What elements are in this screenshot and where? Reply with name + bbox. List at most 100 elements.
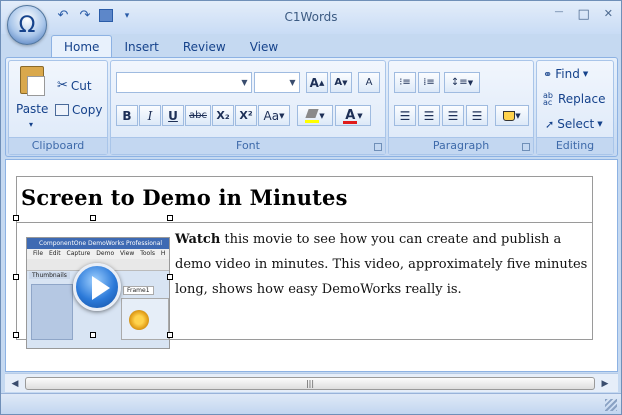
find-button[interactable]: ⚭ Find ▼ [543,67,588,81]
scrollbar-thumb[interactable]: ||| [25,377,595,390]
align-right-icon: ☰ [447,108,459,123]
font-color-swatch [343,120,358,124]
document-table[interactable]: Screen to Demo in Minutes ComponentOne D… [13,176,593,349]
scroll-left-icon[interactable]: ◀ [8,377,22,391]
select-button[interactable]: ➚ Select ▼ [545,117,603,131]
chevron-down-icon: ▾ [29,120,34,129]
underline-button[interactable]: U [162,105,184,126]
body-lead-word: Watch [175,232,221,247]
highlight-swatch [305,119,320,123]
bullets-button[interactable]: ⁝≡ [394,72,416,93]
align-left-icon: ☰ [399,108,411,123]
window-title: C1Words [284,10,338,24]
tab-home[interactable]: Home [51,35,113,58]
subscript-icon: X₂ [216,109,230,122]
thumbnail-panel-label: Thumbnails [29,272,70,279]
ribbon: Paste ▾ ✂ Cut Copy Clipboard ▼ ▼ A ▲ A ▼ A… [5,57,618,157]
shading-button[interactable]: ▼ [495,105,529,126]
document-body-text[interactable]: Watch this movie to see how you can crea… [175,227,591,302]
resize-handle[interactable] [167,274,173,280]
numbering-button[interactable]: ⁞≡ [418,72,440,93]
replace-button[interactable]: ab ac Replace [543,91,605,107]
align-center-button[interactable]: ☰ [418,105,440,126]
line-spacing-button[interactable]: ↕≡ ▼ [444,72,480,93]
justify-button[interactable]: ☰ [466,105,488,126]
divider [17,222,592,223]
shrink-font-icon: A [334,77,343,88]
clear-formatting-button[interactable]: A [358,72,380,93]
highlight-color-button[interactable]: ▼ [297,105,333,126]
editing-group: ⚭ Find ▼ ab ac Replace ➚ Select ▼ Editing [536,60,614,155]
resize-grip-icon[interactable] [605,399,617,411]
replace-icon: ab ac [543,91,553,107]
copy-icon [55,104,69,116]
find-label: Find [555,67,580,81]
numbering-icon: ⁞≡ [423,76,435,88]
horizontal-scrollbar[interactable]: ◀ ||| ▶ [5,373,618,392]
resize-handle[interactable] [13,215,19,221]
strikethrough-button[interactable]: abc [185,105,211,126]
grip-icon: ||| [305,379,315,388]
superscript-button[interactable]: X² [235,105,257,126]
paste-button[interactable]: Paste ▾ [15,64,51,134]
font-color-button[interactable]: A ▼ [335,105,371,126]
play-icon[interactable] [73,263,121,311]
app-window: Ω ↶ ↷ ▾ C1Words — □ ✕ Home Insert Review… [0,0,622,415]
video-thumbnail-image[interactable]: ComponentOne DemoWorks Professional File… [26,237,170,349]
resize-handle[interactable] [167,332,173,338]
subscript-button[interactable]: X₂ [212,105,234,126]
maximize-icon[interactable]: □ [577,7,589,22]
copy-button[interactable]: Copy [55,103,102,117]
chevron-down-icon: ▼ [241,78,248,87]
editing-group-label: Editing [537,137,613,154]
status-bar [1,393,621,414]
paste-label: Paste [16,102,49,116]
thumbnail-titlebar: ComponentOne DemoWorks Professional [27,238,169,249]
paragraph-group: ⁝≡ ⁞≡ ↕≡ ▼ ☰ ☰ ☰ ☰ ▼ Paragraph [388,60,534,155]
clipboard-group-label: Clipboard [9,137,107,154]
clear-formatting-icon: A [365,77,373,88]
align-right-button[interactable]: ☰ [442,105,464,126]
application-menu-button[interactable]: Ω [7,5,47,45]
gear-icon [129,310,149,330]
cut-label: Cut [70,78,92,93]
justify-icon: ☰ [471,108,483,123]
align-left-button[interactable]: ☰ [394,105,416,126]
thumbnail-menubar: File Edit Capture Demo View Tools H [27,249,169,259]
font-family-dropdown[interactable]: ▼ [116,72,252,93]
dialog-launcher-icon[interactable] [374,143,382,151]
resize-handle[interactable] [90,332,96,338]
change-case-button[interactable]: Aa ▼ [258,105,290,126]
dialog-launcher-icon[interactable] [522,143,530,151]
window-controls: — □ ✕ [554,7,613,22]
select-label: Select [557,117,595,131]
resize-handle[interactable] [167,215,173,221]
cut-button[interactable]: ✂ Cut [57,78,92,93]
title-bar: Ω ↶ ↷ ▾ C1Words — □ ✕ [1,1,621,45]
copy-label: Copy [72,103,103,117]
close-icon[interactable]: ✕ [604,7,613,22]
resize-handle[interactable] [13,332,19,338]
resize-handle[interactable] [90,215,96,221]
font-color-icon: A [343,107,358,124]
tab-view[interactable]: View [238,36,290,58]
tab-insert[interactable]: Insert [112,36,170,58]
ribbon-tabs: Home Insert Review View [51,34,290,58]
clipboard-group: Paste ▾ ✂ Cut Copy Clipboard [8,60,108,155]
shrink-font-button[interactable]: A ▼ [330,72,352,93]
font-group-label: Font [111,137,385,154]
cursor-arrow-icon: ➚ [545,117,555,131]
line-spacing-icon: ↕≡ [450,77,468,88]
resize-handle[interactable] [13,274,19,280]
italic-button[interactable]: I [139,105,161,126]
tab-review[interactable]: Review [171,36,238,58]
document-area[interactable]: Screen to Demo in Minutes ComponentOne D… [5,159,618,372]
bold-button[interactable]: B [116,105,138,126]
paragraph-group-label: Paragraph [389,137,533,154]
binoculars-icon: ⚭ [543,67,553,81]
font-size-dropdown[interactable]: ▼ [254,72,300,93]
minimize-icon[interactable]: — [554,7,563,22]
grow-font-button[interactable]: A ▲ [306,72,328,93]
scroll-right-icon[interactable]: ▶ [598,377,612,391]
document-heading[interactable]: Screen to Demo in Minutes [21,185,348,210]
